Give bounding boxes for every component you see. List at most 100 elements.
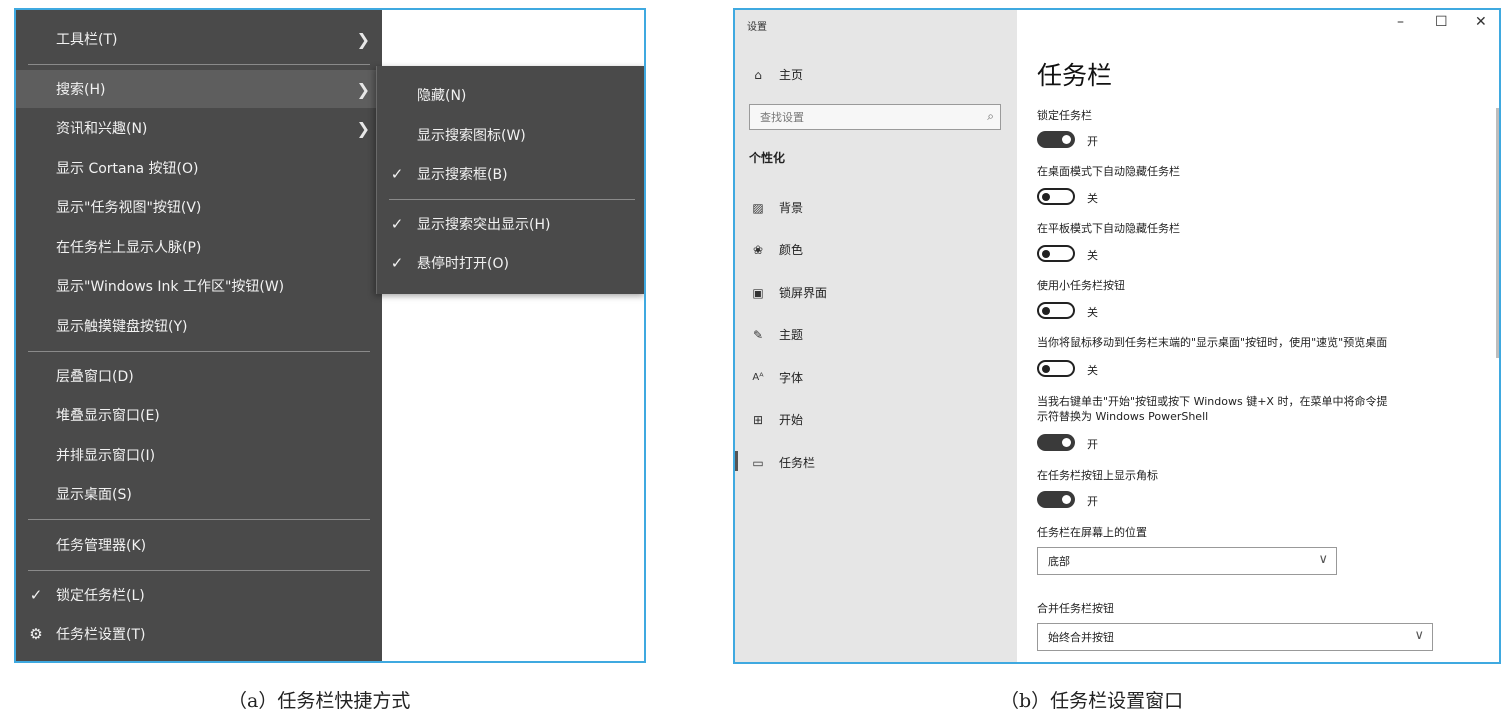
toggle-small-buttons[interactable] (1037, 302, 1075, 319)
page-title: 任务栏 (1037, 61, 1113, 90)
sidebar-item-label: 锁屏界面 (779, 286, 828, 300)
submenu-item-open-on-hover[interactable]: ✓ 悬停时打开(O) (377, 244, 644, 282)
picture-icon: ▨ (752, 200, 764, 215)
menu-item-label: 工具栏(T) (56, 32, 118, 48)
sidebar-item-label: 开始 (779, 413, 804, 427)
sidebar-item-fonts[interactable]: Aᴬ 字体 (749, 369, 803, 386)
sidebar-item-label: 颜色 (779, 243, 804, 257)
combine-buttons-select[interactable]: 始终合并按钮 ∨ (1037, 623, 1433, 651)
setting-label-lock-taskbar: 锁定任务栏 (1037, 109, 1092, 122)
select-value: 始终合并按钮 (1048, 631, 1114, 644)
chevron-down-icon: ∨ (1318, 552, 1328, 567)
menu-item-label: 并排显示窗口(I) (56, 448, 156, 464)
menu-item-cascade-windows[interactable]: 层叠窗口(D) (16, 357, 382, 395)
menu-item-search[interactable]: 搜索(H) ❯ (16, 70, 382, 108)
section-heading-label: 个性化 (749, 151, 786, 165)
setting-label-position: 任务栏在屏幕上的位置 (1037, 526, 1147, 539)
sidebar-item-background[interactable]: ▨ 背景 (749, 199, 803, 216)
submenu-item-show-search-icon[interactable]: 显示搜索图标(W) (377, 116, 644, 154)
menu-item-label: 显示触摸键盘按钮(Y) (56, 319, 188, 335)
search-input[interactable]: 查找设置 ⌕ (749, 104, 1001, 130)
menu-separator (28, 351, 370, 352)
close-button[interactable]: ✕ (1475, 14, 1487, 30)
menu-item-show-touch-keyboard[interactable]: 显示触摸键盘按钮(Y) (16, 307, 382, 345)
window-title: 设置 (747, 22, 767, 33)
brush-icon: ✎ (752, 327, 764, 342)
taskbar-icon: ▭ (752, 455, 764, 470)
menu-item-label: 显示"任务视图"按钮(V) (56, 200, 202, 216)
submenu-item-show-search-box[interactable]: ✓ 显示搜索框(B) (377, 155, 644, 193)
setting-label-autohide-desktop: 在桌面模式下自动隐藏任务栏 (1037, 165, 1180, 178)
scrollbar[interactable] (1496, 108, 1499, 358)
menu-separator (28, 570, 370, 571)
menu-item-label: 堆叠显示窗口(E) (56, 408, 160, 424)
menu-item-lock-taskbar[interactable]: ✓ 锁定任务栏(L) (16, 576, 382, 614)
toggle-lock-taskbar[interactable] (1037, 131, 1075, 148)
active-indicator (735, 451, 738, 471)
submenu-item-search-highlights[interactable]: ✓ 显示搜索突出显示(H) (377, 205, 644, 243)
toggle-state: 开 (1087, 438, 1098, 451)
menu-separator (389, 199, 635, 200)
menu-item-label: 任务管理器(K) (56, 538, 147, 554)
menu-item-label: 资讯和兴趣(N) (56, 121, 148, 137)
setting-label-autohide-tablet: 在平板模式下自动隐藏任务栏 (1037, 222, 1180, 235)
sidebar-item-start[interactable]: ⊞ 开始 (749, 411, 803, 428)
menu-item-label: 在任务栏上显示人脉(P) (56, 240, 202, 256)
setting-label-powershell-line2: 示符替换为 Windows PowerShell (1037, 410, 1209, 423)
toggle-state: 关 (1087, 364, 1098, 377)
toggle-knob (1062, 135, 1071, 144)
toggle-powershell[interactable] (1037, 434, 1075, 451)
section-heading: 个性化 (749, 149, 785, 166)
gear-icon: ⚙ (29, 625, 43, 643)
select-value: 底部 (1048, 555, 1070, 568)
toggle-state: 关 (1087, 192, 1098, 205)
menu-item-label: 任务栏设置(T) (56, 627, 146, 643)
setting-label-powershell-line1: 当我右键单击"开始"按钮或按下 Windows 键+X 时，在菜单中将命令提 (1037, 395, 1388, 408)
menu-separator (28, 519, 370, 520)
toggle-state: 关 (1087, 306, 1098, 319)
toggle-knob (1042, 306, 1050, 315)
maximize-button[interactable]: ☐ (1435, 14, 1448, 30)
menu-item-show-task-view[interactable]: 显示"任务视图"按钮(V) (16, 188, 382, 226)
settings-main: – ☐ ✕ 任务栏 锁定任务栏 开 在桌面模式下自动隐藏任务栏 关 在平板模式下… (1017, 10, 1499, 662)
sidebar-item-label: 主题 (779, 328, 804, 342)
toggle-badges[interactable] (1037, 491, 1075, 508)
taskbar-position-select[interactable]: 底部 ∨ (1037, 547, 1337, 575)
sidebar-item-label: 主页 (779, 68, 804, 82)
menu-item-task-manager[interactable]: 任务管理器(K) (16, 526, 382, 564)
font-icon: Aᴬ (752, 372, 764, 383)
toggle-autohide-desktop[interactable] (1037, 188, 1075, 205)
menu-item-show-cortana[interactable]: 显示 Cortana 按钮(O) (16, 149, 382, 187)
menu-item-label: 层叠窗口(D) (56, 369, 134, 385)
sidebar-item-lock-screen[interactable]: ▣ 锁屏界面 (749, 284, 827, 301)
menu-item-show-desktop[interactable]: 显示桌面(S) (16, 475, 382, 513)
search-icon: ⌕ (987, 109, 994, 123)
toggle-knob (1062, 495, 1071, 504)
minimize-button[interactable]: – (1397, 14, 1404, 30)
submenu-item-hidden[interactable]: 隐藏(N) (377, 76, 644, 114)
chevron-right-icon: ❯ (356, 118, 370, 138)
settings-sidebar: 设置 ⌂ 主页 查找设置 ⌕ 个性化 ▨ 背景 ❀ 颜色 ▣ 锁屏界面 ✎ 主题 (735, 10, 1017, 662)
sidebar-item-home[interactable]: ⌂ 主页 (749, 66, 803, 83)
menu-item-show-ink-workspace[interactable]: 显示"Windows Ink 工作区"按钮(W) (16, 267, 382, 305)
menu-item-news-interests[interactable]: 资讯和兴趣(N) ❯ (16, 109, 382, 147)
menu-item-toolbars[interactable]: 工具栏(T) ❯ (16, 20, 382, 58)
sidebar-item-themes[interactable]: ✎ 主题 (749, 326, 803, 343)
start-icon: ⊞ (752, 412, 764, 427)
toggle-knob (1062, 438, 1071, 447)
toggle-peek[interactable] (1037, 360, 1075, 377)
sidebar-item-taskbar[interactable]: ▭ 任务栏 (749, 454, 815, 471)
setting-label-combine: 合并任务栏按钮 (1037, 602, 1114, 615)
sidebar-item-colors[interactable]: ❀ 颜色 (749, 241, 803, 258)
menu-item-label: 悬停时打开(O) (417, 256, 509, 272)
menu-item-label: 显示"Windows Ink 工作区"按钮(W) (56, 279, 285, 295)
menu-item-taskbar-settings[interactable]: ⚙ 任务栏设置(T) (16, 615, 382, 653)
menu-item-side-by-side[interactable]: 并排显示窗口(I) (16, 436, 382, 474)
menu-item-label: 显示 Cortana 按钮(O) (56, 161, 199, 177)
menu-item-show-people[interactable]: 在任务栏上显示人脉(P) (16, 228, 382, 266)
palette-icon: ❀ (752, 242, 764, 257)
menu-item-stack-windows[interactable]: 堆叠显示窗口(E) (16, 396, 382, 434)
taskbar-context-menu: 工具栏(T) ❯ 搜索(H) ❯ 资讯和兴趣(N) ❯ 显示 Cortana 按… (16, 10, 382, 661)
toggle-autohide-tablet[interactable] (1037, 245, 1075, 262)
settings-window: 设置 ⌂ 主页 查找设置 ⌕ 个性化 ▨ 背景 ❀ 颜色 ▣ 锁屏界面 ✎ 主题 (733, 8, 1501, 664)
